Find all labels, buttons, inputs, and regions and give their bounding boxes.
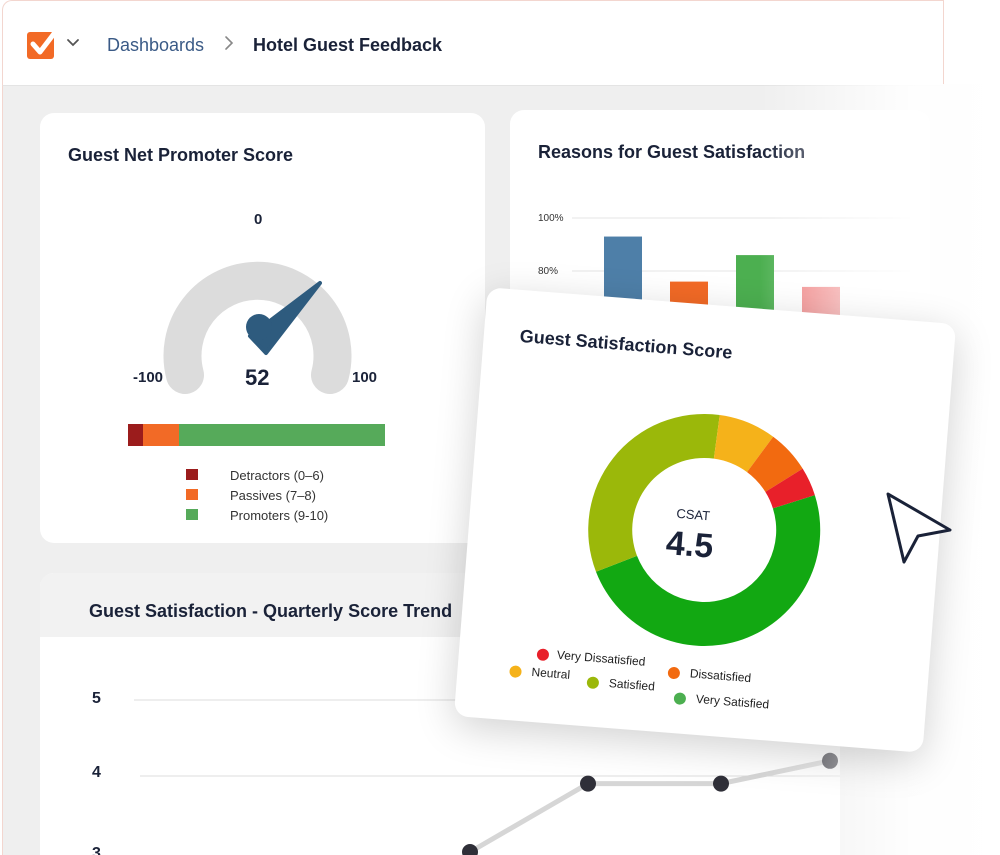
gauge-value: 52 — [245, 365, 270, 390]
trend-point-0 — [462, 844, 478, 855]
csat-card-title: Guest Satisfaction Score — [519, 325, 734, 363]
nps-gauge — [163, 261, 352, 394]
legend-dissatisfied: Dissatisfied — [689, 666, 752, 686]
promoters-segment — [179, 424, 385, 446]
trend-point-2 — [713, 775, 729, 792]
legend-swatch-detractors — [186, 469, 198, 480]
legend-dot-dissatisfied — [667, 666, 681, 680]
legend-very-satisfied: Very Satisfied — [695, 691, 770, 712]
gauge-top-label: 0 — [254, 211, 263, 228]
trend-series-line — [468, 758, 831, 855]
nps-card: Guest Net Promoter Score 0 -100 100 52 D… — [40, 113, 485, 543]
legend-swatch-passives — [186, 489, 198, 500]
breadcrumb-dashboards-link[interactable]: Dashboards — [107, 35, 204, 56]
nps-card-title: Guest Net Promoter Score — [68, 145, 294, 165]
legend-neutral: Neutral — [531, 664, 571, 682]
legend-swatch-promoters — [186, 509, 198, 520]
csat-card: Guest Satisfaction Score CSAT 4.5 Very D… — [453, 287, 957, 753]
trend-point-3 — [822, 752, 838, 769]
gauge-needle-hub — [246, 314, 272, 340]
reasons-card-title: Reasons for Guest Satisfaction — [538, 142, 806, 162]
legend-detractors: Detractors (0–6) — [230, 468, 324, 483]
csat-donut-chart — [588, 413, 821, 646]
trend-point-1 — [580, 775, 596, 792]
breadcrumb-current-page: Hotel Guest Feedback — [253, 35, 443, 55]
csat-center-label: CSAT — [675, 505, 711, 524]
detractors-segment — [128, 424, 144, 446]
checkbox-logo-icon[interactable] — [25, 27, 59, 61]
csat-center-value: 4.5 — [664, 524, 715, 566]
legend-dot-neutral — [509, 665, 522, 679]
legend-very-dissatisfied: Very Dissatisfied — [556, 647, 646, 669]
pointer-cursor-icon — [886, 492, 952, 564]
legend-dot-very-satisfied — [673, 692, 687, 706]
passives-segment — [143, 424, 180, 446]
legend-passives: Passives (7–8) — [230, 488, 316, 503]
legend-dot-satisfied — [586, 676, 600, 690]
top-bar: Dashboards Hotel Guest Feedback — [2, 0, 944, 86]
legend-promoters: Promoters (9-10) — [230, 508, 329, 523]
gauge-min-label: -100 — [133, 369, 164, 386]
legend-dot-very-dissatisfied — [536, 648, 550, 662]
nps-distribution-bar — [128, 424, 385, 446]
gauge-max-label: 100 — [352, 369, 378, 386]
chevron-down-icon[interactable] — [65, 37, 81, 49]
chevron-right-icon — [225, 36, 234, 50]
dashboard-frame: Dashboards Hotel Guest Feedback Guest Ne… — [0, 0, 1000, 855]
legend-satisfied: Satisfied — [608, 675, 656, 694]
